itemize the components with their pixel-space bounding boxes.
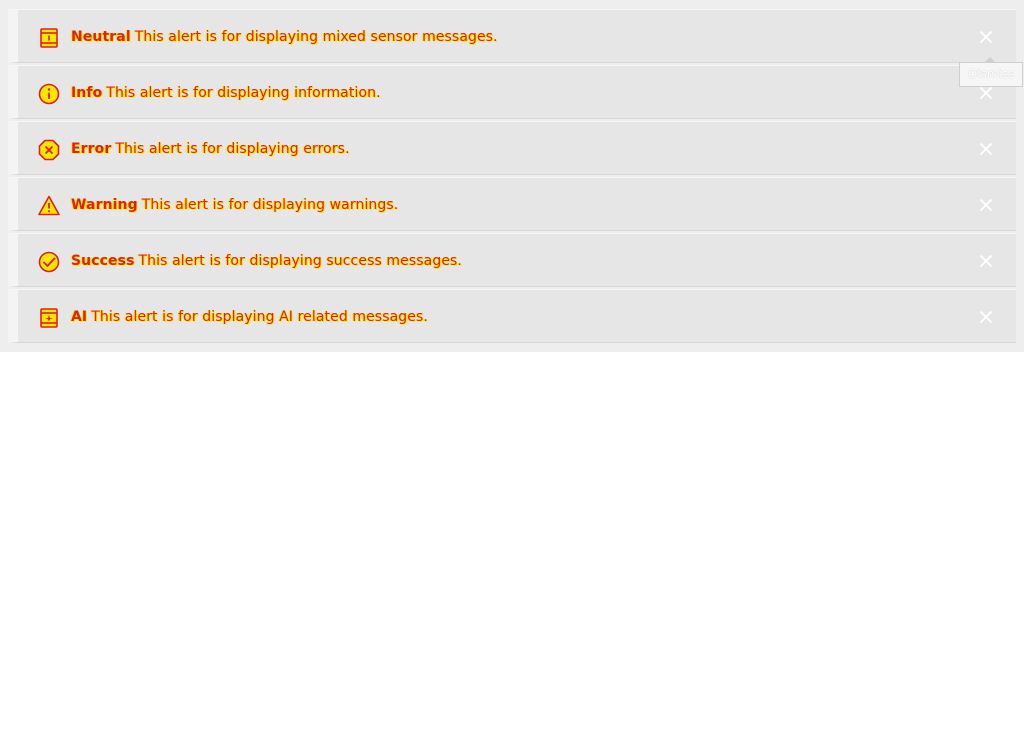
dismiss-button[interactable] <box>974 249 998 273</box>
alert-success: Success This alert is for displaying succ… <box>8 233 1016 287</box>
alert-title: Success <box>71 253 135 269</box>
success-icon <box>37 250 61 274</box>
close-icon <box>980 311 992 323</box>
alerts-panel: Neutral This alert is for displaying mixe… <box>0 0 1024 352</box>
alert-neutral: Neutral This alert is for displaying mixe… <box>8 9 1016 63</box>
close-icon <box>980 199 992 211</box>
alert-text: Info This alert is for displaying informa… <box>71 82 381 104</box>
alert-title: Neutral <box>71 29 131 45</box>
close-icon <box>980 31 992 43</box>
alert-message: This alert is for displaying errors. <box>115 141 350 157</box>
alert-text: Error This alert is for displaying errors… <box>71 138 350 160</box>
warning-icon <box>37 194 61 218</box>
dismiss-tooltip: Dismiss <box>959 62 1024 87</box>
alert-text: Success This alert is for displaying succ… <box>71 250 462 272</box>
dismiss-button[interactable] <box>974 25 998 49</box>
close-icon <box>980 143 992 155</box>
alert-message: This alert is for displaying AI related … <box>91 309 428 325</box>
info-icon <box>37 82 61 106</box>
error-icon <box>37 138 61 162</box>
alert-text: Warning This alert is for displaying warn… <box>71 194 398 216</box>
alert-title: AI <box>71 309 88 325</box>
alert-title: Warning <box>71 197 138 213</box>
alert-message: This alert is for displaying mixed senso… <box>134 29 498 45</box>
dismiss-button[interactable] <box>974 193 998 217</box>
alert-text: AI This alert is for displaying AI relate… <box>71 306 428 328</box>
dismiss-button[interactable] <box>974 305 998 329</box>
alert-title: Info <box>71 85 103 101</box>
alert-title: Error <box>71 141 112 157</box>
neutral-icon <box>37 26 61 50</box>
ai-icon <box>37 306 61 330</box>
close-icon <box>980 255 992 267</box>
alert-message: This alert is for displaying information… <box>106 85 381 101</box>
alert-error: Error This alert is for displaying errors… <box>8 121 1016 175</box>
alert-ai: AI This alert is for displaying AI relate… <box>8 289 1016 343</box>
dismiss-button[interactable] <box>974 137 998 161</box>
alert-warning: Warning This alert is for displaying warn… <box>8 177 1016 231</box>
alert-message: This alert is for displaying warnings. <box>141 197 399 213</box>
alert-message: This alert is for displaying success mes… <box>138 253 462 269</box>
alert-text: Neutral This alert is for displaying mixe… <box>71 26 498 48</box>
alert-info: Info This alert is for displaying informa… <box>8 65 1016 119</box>
